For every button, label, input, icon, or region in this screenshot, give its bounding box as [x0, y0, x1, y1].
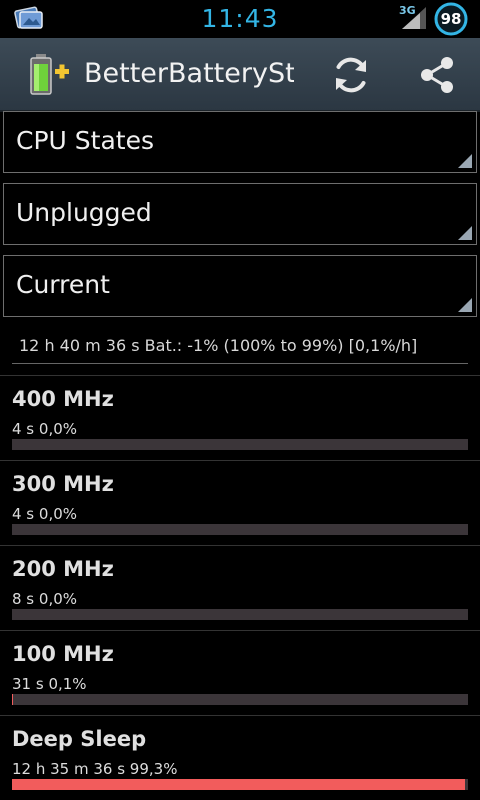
state-name: 200 MHz: [12, 557, 114, 581]
state-progress-bar: [12, 609, 468, 620]
state-progress-bar: [12, 524, 468, 535]
state-progress-bar: [12, 779, 468, 790]
list-item[interactable]: Deep Sleep 12 h 35 m 36 s 99,3%: [0, 715, 480, 799]
share-icon[interactable]: [414, 52, 460, 98]
state-detail: 8 s 0,0%: [12, 590, 78, 608]
state-progress-bar: [12, 439, 468, 450]
dropdown-corner-icon: [458, 154, 472, 168]
row-divider: [0, 715, 480, 716]
state-detail: 4 s 0,0%: [12, 505, 78, 523]
row-divider: [0, 630, 480, 631]
row-divider: [0, 375, 480, 376]
state-name: 400 MHz: [12, 387, 114, 411]
status-bar: 11:43 3G 98: [0, 0, 480, 38]
state-name: 100 MHz: [12, 642, 114, 666]
summary-divider: [12, 363, 468, 364]
spinner-value: Current: [16, 270, 110, 299]
network-type: 3G: [399, 4, 416, 17]
summary-text: 12 h 40 m 36 s Bat.: -1% (100% to 99%) […: [19, 336, 418, 355]
dropdown-corner-icon: [458, 226, 472, 240]
refresh-icon[interactable]: [328, 52, 374, 98]
state-progress-fill: [12, 779, 465, 790]
stat-period-spinner[interactable]: Current: [3, 255, 477, 317]
state-detail: 31 s 0,1%: [12, 675, 87, 693]
battery-level: 98: [440, 10, 462, 28]
stat-reference-spinner[interactable]: Unplugged: [3, 183, 477, 245]
row-divider: [0, 545, 480, 546]
state-progress-bar: [12, 694, 468, 705]
battery-plus-icon[interactable]: [24, 50, 72, 98]
state-detail: 12 h 35 m 36 s 99,3%: [12, 760, 178, 778]
state-detail: 4 s 0,0%: [12, 420, 78, 438]
stat-type-spinner[interactable]: CPU States: [3, 111, 477, 173]
row-divider: [0, 460, 480, 461]
state-name: Deep Sleep: [12, 727, 147, 751]
dropdown-corner-icon: [458, 298, 472, 312]
action-bar: BetterBatterySt…: [0, 38, 480, 112]
spinner-value: CPU States: [16, 126, 154, 155]
state-name: 300 MHz: [12, 472, 114, 496]
list-item[interactable]: 200 MHz 8 s 0,0%: [0, 545, 480, 629]
list-item[interactable]: 300 MHz 4 s 0,0%: [0, 460, 480, 544]
list-item[interactable]: 100 MHz 31 s 0,1%: [0, 630, 480, 714]
app-title: BetterBatterySt…: [84, 58, 294, 89]
list-item[interactable]: 400 MHz 4 s 0,0%: [0, 375, 480, 459]
spinner-value: Unplugged: [16, 198, 152, 227]
